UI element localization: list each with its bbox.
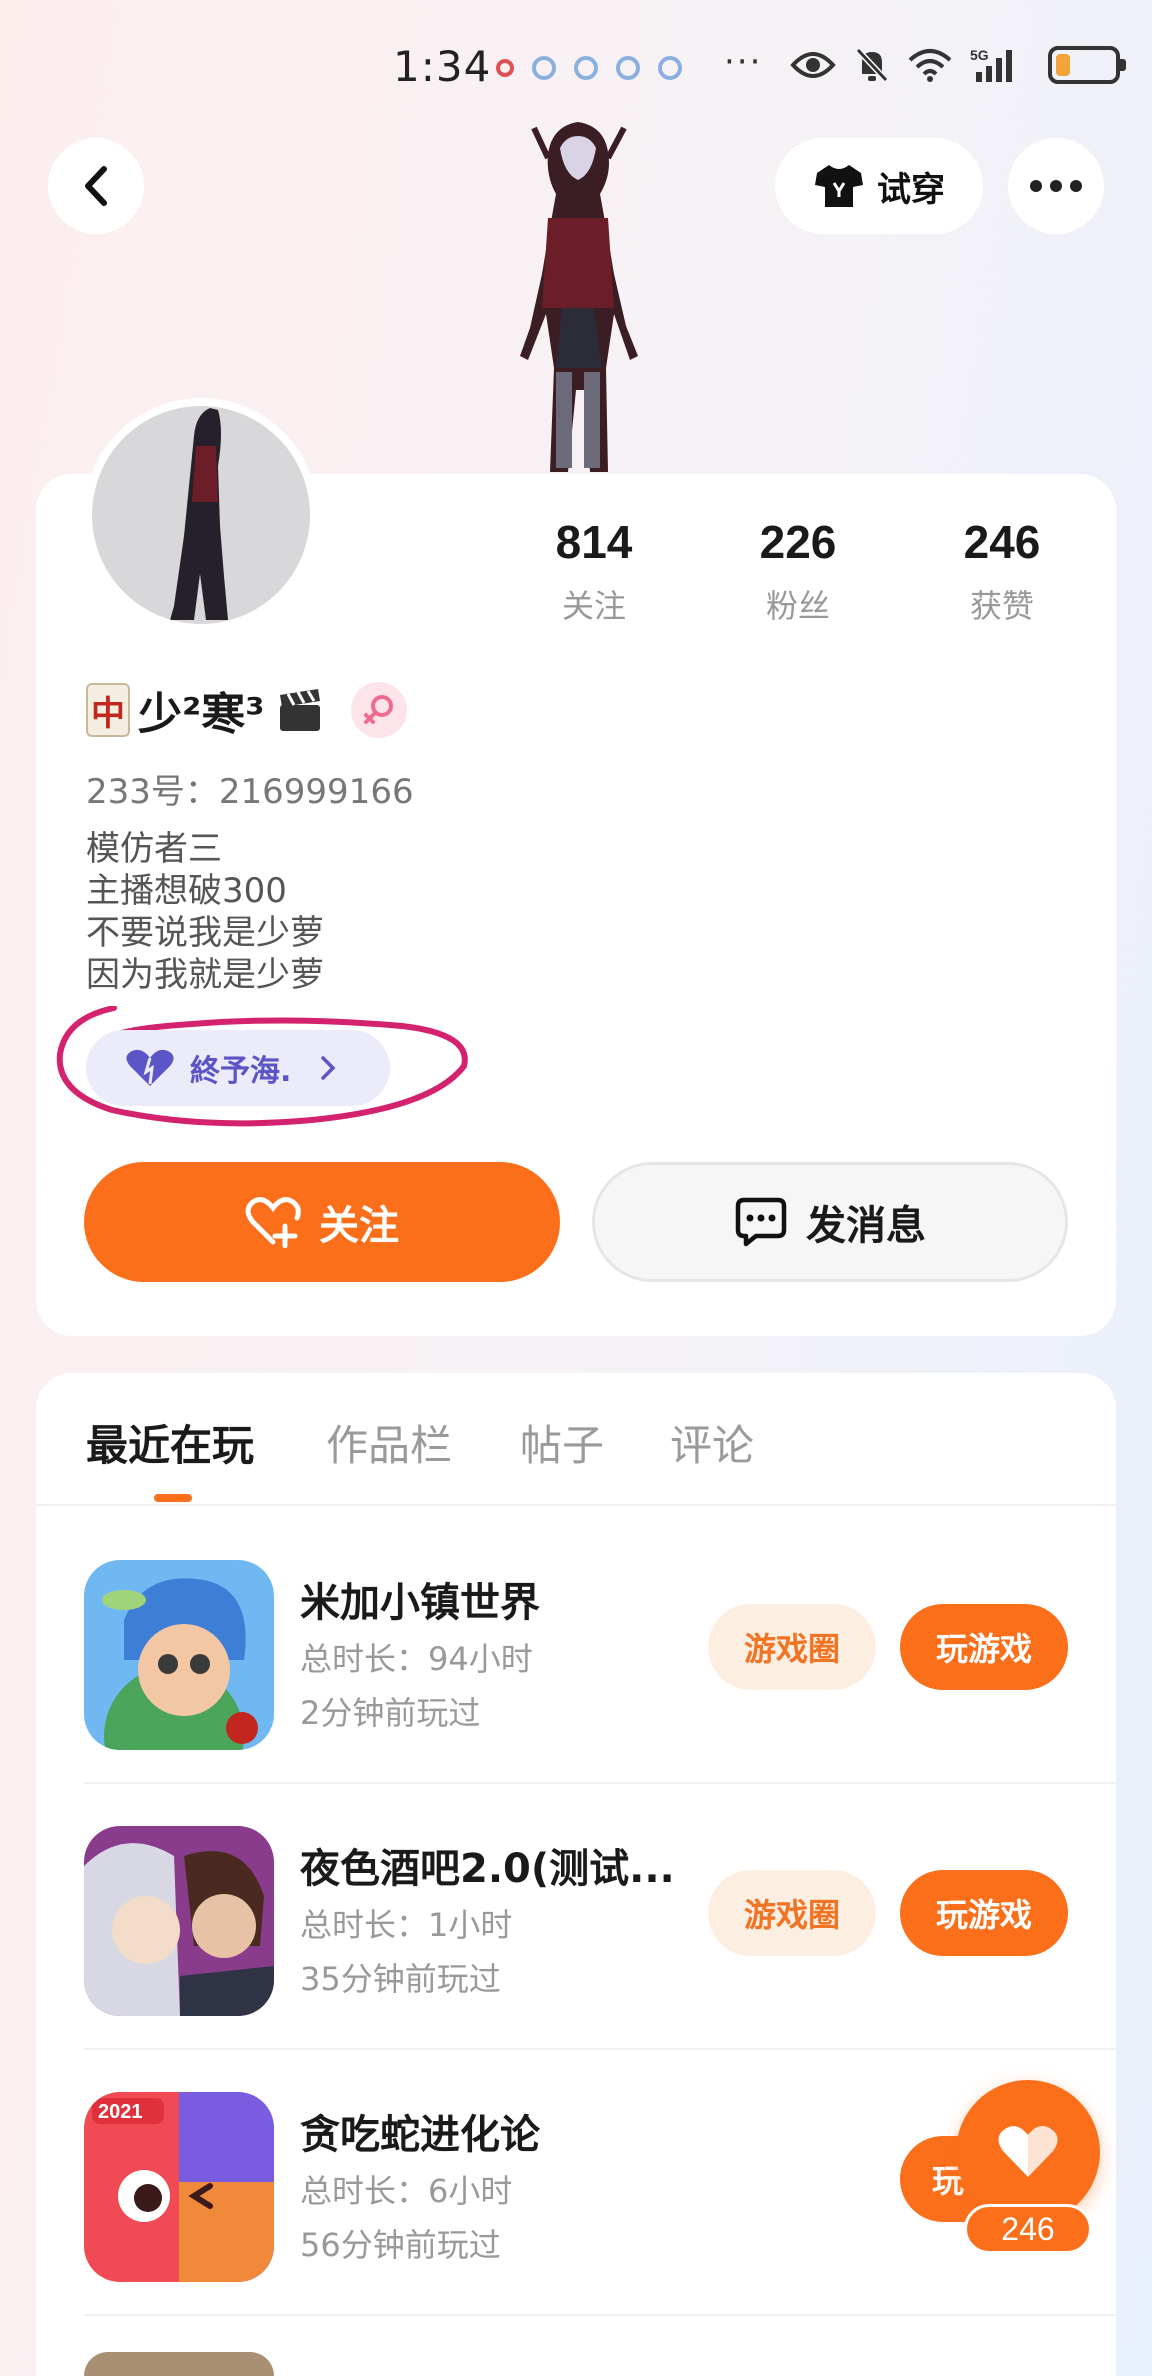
game-last-played: 35分钟前玩过 xyxy=(300,1960,501,1998)
avatar[interactable] xyxy=(84,398,318,632)
like-count-badge: 246 xyxy=(964,2204,1092,2254)
heart-icon xyxy=(998,2126,1058,2177)
avatar-figure xyxy=(170,408,228,620)
status-bar: 1:34 ··· 5G xyxy=(0,0,1152,135)
tshirt-icon xyxy=(815,165,863,207)
mute-bell-icon xyxy=(855,47,889,83)
notification-icon xyxy=(658,56,682,80)
eye-icon xyxy=(790,52,836,78)
mahjong-tile-icon: 中 xyxy=(86,683,130,737)
cp-name: 終予海. xyxy=(190,1054,292,1089)
more-options-button[interactable] xyxy=(1008,138,1104,234)
bio-line: 因为我就是少萝 xyxy=(86,955,324,995)
like-button[interactable] xyxy=(956,2080,1100,2224)
gender-badge xyxy=(350,682,407,738)
follow-label: 关注 xyxy=(319,1203,399,1249)
game-name: 夜色酒吧2.0(测试... xyxy=(300,1846,675,1892)
send-message-button[interactable]: 发消息 xyxy=(592,1162,1068,1282)
game-circle-button[interactable]: 游戏圈 xyxy=(708,1604,876,1690)
status-time: 1:34 xyxy=(393,42,492,91)
cp-relationship-chip[interactable]: 終予海. xyxy=(86,1030,390,1106)
signal-5g-icon: 5G xyxy=(970,47,1012,82)
stat-following[interactable]: 814 关注 xyxy=(514,515,674,627)
chat-bubble-icon xyxy=(735,1197,787,1247)
tab-comments[interactable]: 评论 xyxy=(670,1412,754,1473)
stat-label: 粉丝 xyxy=(765,587,830,625)
try-on-button[interactable]: 试穿 xyxy=(775,138,983,234)
game-icon[interactable] xyxy=(84,2352,274,2376)
chevron-right-icon xyxy=(321,1056,336,1080)
notification-icon xyxy=(574,56,598,80)
stat-value: 226 xyxy=(759,516,837,568)
tab-recently-played[interactable]: 最近在玩 xyxy=(86,1412,254,1473)
battery-icon xyxy=(1048,46,1126,84)
game-row[interactable]: 米加小镇世界 总时长：94小时 2分钟前玩过 游戏圈 玩游戏 xyxy=(36,1518,1116,1784)
notification-icon xyxy=(616,56,640,80)
back-button[interactable] xyxy=(48,138,144,234)
heart-plus-icon xyxy=(245,1197,301,1248)
username: 少²寒³ xyxy=(138,689,265,740)
game-last-played: 2分钟前玩过 xyxy=(300,1694,481,1732)
game-circle-button[interactable]: 游戏圈 xyxy=(708,1870,876,1956)
game-name: 贪吃蛇进化论 xyxy=(300,2112,540,2158)
user-id: 233号：216999166 xyxy=(86,772,414,812)
game-icon[interactable] xyxy=(84,1826,274,2016)
stat-value: 246 xyxy=(963,516,1041,568)
notification-icons xyxy=(496,56,682,80)
bio-line: 主播想破300 xyxy=(86,871,287,911)
game-icon-badge: 2021 xyxy=(98,2101,143,2123)
game-icon[interactable]: 2021 xyxy=(84,2092,274,2282)
tab-works[interactable]: 作品栏 xyxy=(326,1412,452,1473)
game-name: 米加小镇世界 xyxy=(300,1580,540,1626)
send-message-label: 发消息 xyxy=(806,1203,926,1249)
try-on-label: 试穿 xyxy=(877,169,945,210)
bio: 模仿者三 主播想破300 不要说我是少萝 因为我就是少萝 xyxy=(86,828,324,996)
character-figure xyxy=(520,122,638,472)
username-row: 中 少²寒³ xyxy=(86,678,407,742)
follow-button[interactable]: 关注 xyxy=(84,1162,560,1282)
stat-likes[interactable]: 246 获赞 xyxy=(922,515,1082,627)
network-type-label: 5G xyxy=(970,47,989,63)
bio-line: 不要说我是少萝 xyxy=(86,913,324,953)
stat-value: 814 xyxy=(555,516,633,568)
female-icon xyxy=(363,695,393,724)
game-row[interactable]: 夜色酒吧2.0(测试... 总时长：1小时 35分钟前玩过 游戏圈 玩游戏 xyxy=(36,1784,1116,2050)
tabs-divider xyxy=(36,1504,1116,1506)
tab-posts[interactable]: 帖子 xyxy=(520,1412,604,1473)
game-icon[interactable] xyxy=(84,1560,274,1750)
game-duration: 总时长：94小时 xyxy=(300,1640,533,1678)
notification-icon xyxy=(496,59,514,77)
notification-icon xyxy=(532,56,556,80)
row-divider xyxy=(84,2314,1116,2316)
stat-label: 获赞 xyxy=(969,587,1034,625)
status-more-icon: ··· xyxy=(724,42,763,82)
clapperboard-icon xyxy=(279,689,320,731)
play-game-button[interactable]: 玩游戏 xyxy=(900,1604,1068,1690)
play-game-button[interactable]: 玩游戏 xyxy=(900,1870,1068,1956)
chevron-left-icon xyxy=(85,166,107,206)
more-dots-icon xyxy=(1030,180,1082,192)
game-duration: 总时长：6小时 xyxy=(300,2172,513,2210)
tab-indicator xyxy=(154,1494,192,1502)
game-row[interactable]: 2021 贪吃蛇进化论 总时长：6小时 56分钟前玩过 玩 xyxy=(36,2050,1116,2316)
stat-followers[interactable]: 226 粉丝 xyxy=(718,515,878,627)
heart-icon xyxy=(126,1049,174,1086)
status-indicators: 5G xyxy=(790,46,1126,84)
stat-label: 关注 xyxy=(561,587,626,625)
bio-line: 模仿者三 xyxy=(86,829,222,869)
game-duration: 总时长：1小时 xyxy=(300,1906,513,1944)
game-last-played: 56分钟前玩过 xyxy=(300,2226,501,2264)
wifi-icon xyxy=(908,49,952,82)
